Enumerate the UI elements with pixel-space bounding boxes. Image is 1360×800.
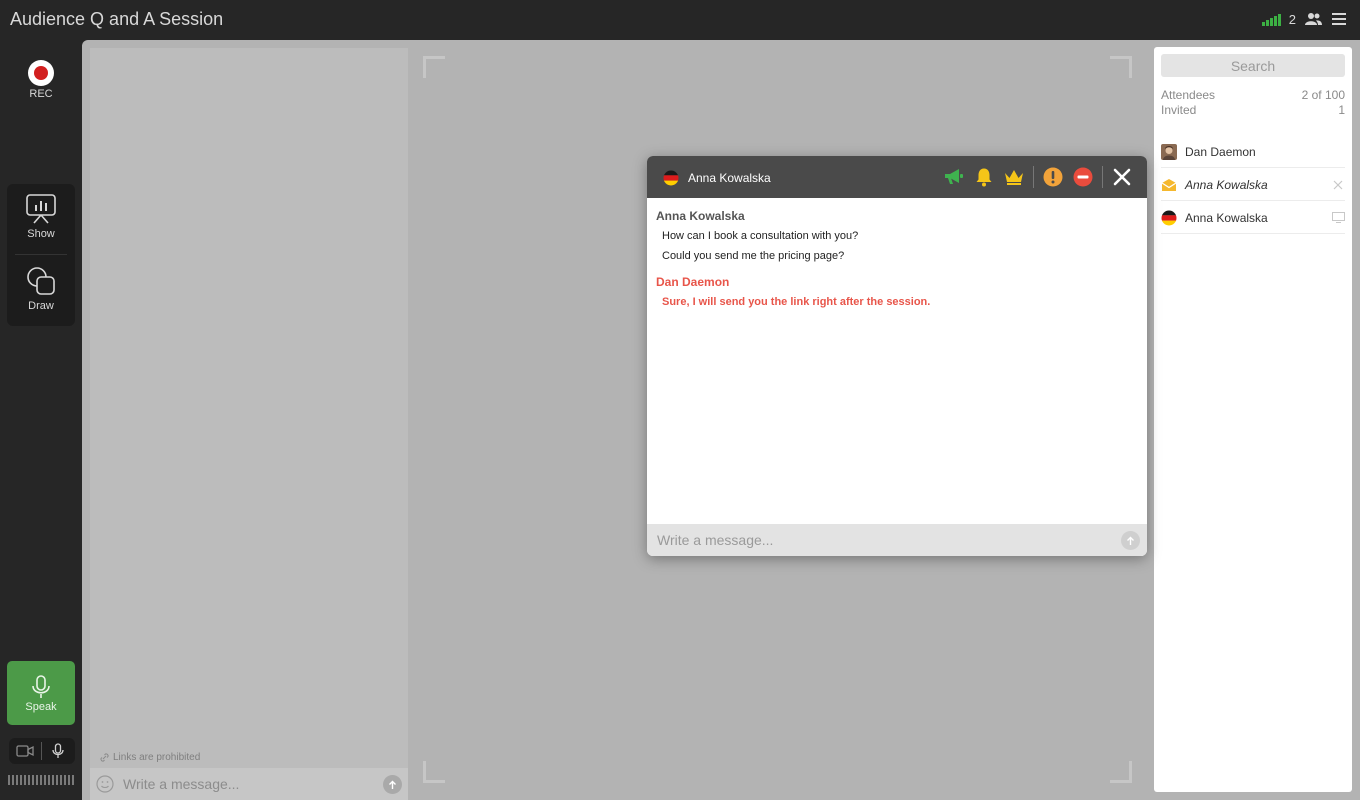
record-label: REC: [29, 88, 53, 100]
row-divider: [1161, 233, 1345, 234]
frame-corner-top-right: [1110, 56, 1132, 78]
top-bar: Audience Q and A Session 2: [0, 0, 1360, 40]
record-icon: [28, 60, 54, 86]
attendee-name: Dan Daemon: [1185, 144, 1256, 159]
bell-icon[interactable]: [969, 165, 999, 189]
private-message-input[interactable]: [657, 530, 1097, 550]
show-button[interactable]: Show: [7, 194, 75, 240]
search-input[interactable]: [1161, 54, 1345, 77]
germany-flag-icon: [663, 170, 679, 191]
actions-divider: [1033, 166, 1034, 188]
presentation-icon: [26, 194, 56, 224]
private-chat-dialog: Anna Kowalska Anna Kowalska How can I bo…: [647, 156, 1147, 556]
private-chat-composer: [647, 524, 1147, 556]
microphone-icon: [32, 675, 50, 698]
frame-corner-bottom-right: [1110, 761, 1132, 783]
attendees-label: Attendees: [1161, 88, 1216, 102]
camera-icon[interactable]: [9, 745, 41, 757]
message-author: Dan Daemon: [656, 275, 730, 289]
attendees-sidebar: Attendees 2 of 100 Invited 1 Dan Daemon …: [1154, 47, 1352, 792]
message-text: Could you send me the pricing page?: [662, 250, 845, 262]
private-send-button[interactable]: [1121, 531, 1140, 550]
attendee-name: Anna Kowalska: [1185, 177, 1268, 192]
close-icon[interactable]: [1331, 180, 1345, 190]
mic-icon[interactable]: [42, 743, 74, 759]
invited-value: 1: [1338, 103, 1345, 117]
tools-divider: [15, 254, 67, 255]
record-button[interactable]: REC: [17, 60, 65, 100]
emoji-icon[interactable]: [96, 775, 114, 798]
message-list: Anna Kowalska How can I book a consultat…: [656, 209, 1136, 316]
public-chat-composer: [90, 768, 408, 800]
avatar: [1161, 143, 1177, 160]
public-chat-input[interactable]: [123, 774, 373, 794]
speak-label: Speak: [25, 701, 57, 713]
invited-row[interactable]: Anna Kowalska: [1161, 168, 1345, 201]
links-note-text: Links are prohibited: [113, 752, 201, 763]
signal-icon: [1261, 12, 1281, 26]
attendee-row[interactable]: Dan Daemon: [1161, 135, 1345, 168]
public-send-button[interactable]: [383, 775, 402, 794]
invited-stat: Invited 1: [1161, 103, 1345, 117]
attendees-value: 2 of 100: [1301, 88, 1345, 102]
draw-button[interactable]: Draw: [7, 266, 75, 312]
screen-icon[interactable]: [1331, 212, 1345, 223]
dialog-actions: [939, 165, 1137, 189]
warning-icon[interactable]: [1038, 165, 1068, 189]
block-icon[interactable]: [1068, 165, 1098, 189]
crown-icon[interactable]: [999, 165, 1029, 189]
arrow-up-icon: [389, 780, 396, 789]
show-label: Show: [27, 228, 55, 240]
germany-flag-icon: [1161, 210, 1177, 226]
arrow-up-icon: [1127, 536, 1134, 545]
links-note: Links are prohibited: [100, 752, 200, 763]
session-title: Audience Q and A Session: [10, 9, 224, 29]
participant-count: 2: [1288, 11, 1296, 27]
users-icon[interactable]: [1304, 10, 1322, 28]
envelope-icon: [1161, 177, 1177, 193]
invited-label: Invited: [1161, 103, 1197, 117]
frame-corner-bottom-left: [423, 761, 445, 783]
dialog-header: Anna Kowalska: [647, 156, 1147, 198]
menu-icon[interactable]: [1330, 10, 1348, 28]
audio-level-meter: [8, 775, 76, 785]
media-controls: [9, 738, 75, 764]
draw-label: Draw: [28, 300, 54, 312]
dialog-title: Anna Kowalska: [688, 171, 771, 185]
link-icon: [100, 753, 109, 762]
shapes-icon: [27, 267, 55, 295]
message-text: Sure, I will send you the link right aft…: [662, 296, 931, 308]
megaphone-icon[interactable]: [939, 165, 969, 189]
attendee-row[interactable]: Anna Kowalska: [1161, 201, 1345, 234]
close-icon[interactable]: [1107, 165, 1137, 189]
top-bar-status: 2: [1261, 10, 1348, 28]
frame-corner-top-left: [423, 56, 445, 78]
actions-divider: [1102, 166, 1103, 188]
tools-group: Show Draw: [7, 184, 75, 326]
message-text: How can I book a consultation with you?: [662, 230, 859, 242]
speak-button[interactable]: Speak: [7, 661, 75, 725]
attendee-name: Anna Kowalska: [1185, 210, 1268, 225]
message-author: Anna Kowalska: [656, 209, 745, 223]
public-chat-panel: Links are prohibited: [90, 48, 408, 800]
attendees-stat: Attendees 2 of 100: [1161, 88, 1345, 102]
tool-rail: REC Show Draw Speak: [0, 40, 82, 800]
